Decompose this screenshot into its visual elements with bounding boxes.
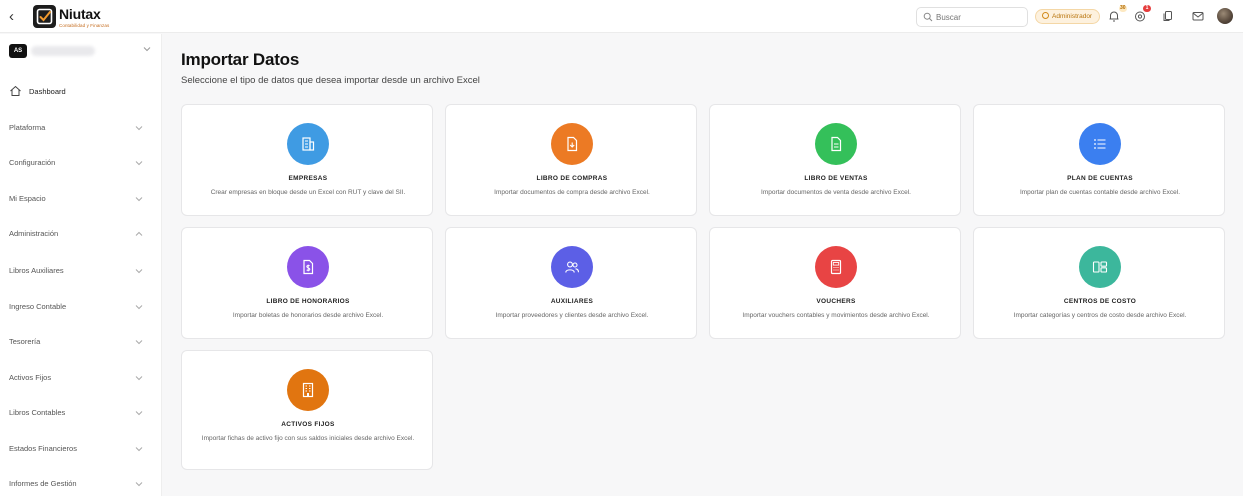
import-card-libro-de-ventas[interactable]: LIBRO DE VENTAS Importar documentos de v… [709, 104, 961, 216]
chevron-down-icon[interactable] [143, 46, 151, 52]
notification-count-badge: 30 [1119, 5, 1127, 12]
role-badge[interactable]: Administrador [1035, 9, 1101, 24]
search-box[interactable] [916, 7, 1028, 27]
sidebar-item-ingreso-contable[interactable]: Ingreso Contable [0, 297, 161, 317]
file-download-icon [551, 123, 593, 165]
card-description: Importar boletas de honorarios desde arc… [232, 312, 384, 319]
card-title: AUXILIARES [550, 298, 594, 305]
chevron-down-icon [135, 482, 143, 487]
chevron-down-icon [135, 340, 143, 345]
role-label: Administrador [1052, 13, 1093, 20]
sidebar-item-label: Informes de Gestión [9, 479, 77, 488]
chevron-down-icon [135, 376, 143, 381]
sidebar-item-dashboard[interactable]: Dashboard [0, 82, 161, 102]
sidebar-item-label: Dashboard [29, 87, 66, 96]
sidebar-item-label: Administración [9, 229, 59, 238]
card-description: Importar categorías y centros de costo d… [1013, 312, 1187, 319]
office-building-icon [287, 369, 329, 411]
document-icon [815, 123, 857, 165]
card-title: PLAN DE CUENTAS [1067, 175, 1133, 182]
back-button[interactable]: ‹ [9, 9, 23, 25]
card-description: Crear empresas en bloque desde un Excel … [210, 189, 406, 196]
chevron-up-icon [135, 231, 143, 236]
bell-icon[interactable] [1107, 9, 1121, 23]
import-card-vouchers[interactable]: VOUCHERS Importar vouchers contables y m… [709, 227, 961, 339]
chevron-down-icon [135, 197, 143, 202]
card-title: LIBRO DE COMPRAS [536, 175, 608, 182]
card-description: Importar vouchers contables y movimiento… [742, 312, 930, 319]
chevron-down-icon [135, 447, 143, 452]
chevron-down-icon [135, 411, 143, 416]
import-card-empresas[interactable]: EMPRESAS Crear empresas en bloque desde … [181, 104, 433, 216]
card-title: VOUCHERS [816, 298, 856, 305]
sidebar-item-estados-financieros[interactable]: Estados Financieros [0, 439, 161, 459]
shield-icon [1042, 12, 1049, 19]
avatar[interactable] [1217, 8, 1233, 24]
org-initials[interactable]: AS [9, 44, 27, 58]
sidebar-item-libros-auxiliares[interactable]: Libros Auxiliares [0, 261, 161, 281]
sidebar-item-label: Plataforma [9, 123, 46, 132]
calculator-icon [815, 246, 857, 288]
sidebar-item-libros-contables[interactable]: Libros Contables [0, 403, 161, 423]
top-bar: ‹ Niutax Contabilidad y Finanzas Adminis… [0, 0, 1243, 33]
brand-tagline: Contabilidad y Finanzas [59, 23, 110, 28]
chevron-down-icon [135, 305, 143, 310]
logo-icon [33, 5, 56, 28]
sidebar-item-label: Tesorería [9, 337, 41, 346]
org-name-redacted [31, 46, 95, 56]
list-icon [1079, 123, 1121, 165]
users-icon [551, 246, 593, 288]
import-card-plan-de-cuentas[interactable]: PLAN DE CUENTAS Importar plan de cuentas… [973, 104, 1225, 216]
chevron-down-icon [135, 269, 143, 274]
card-title: ACTIVOS FIJOS [281, 421, 335, 428]
sidebar-item-label: Estados Financieros [9, 444, 77, 453]
sidebar: AS Dashboard Plataforma Configuración Mi… [0, 34, 162, 496]
card-description: Importar fichas de activo fijo con sus s… [201, 435, 415, 442]
alerts-count-badge: 1 [1143, 5, 1151, 12]
page-subtitle: Seleccione el tipo de datos que desea im… [181, 75, 480, 86]
sidebar-item-administracion[interactable]: Administración [0, 224, 161, 244]
sidebar-item-label: Ingreso Contable [9, 302, 67, 311]
layout-icon [1079, 246, 1121, 288]
sidebar-item-configuracion[interactable]: Configuración [0, 153, 161, 173]
receipt-icon [287, 246, 329, 288]
card-description: Importar plan de cuentas contable desde … [1019, 189, 1181, 196]
brand-name: Niutax [59, 6, 101, 22]
card-description: Importar documentos de venta desde archi… [761, 189, 911, 196]
sidebar-item-informes-de-gestion[interactable]: Informes de Gestión [0, 474, 161, 494]
sidebar-item-label: Configuración [9, 158, 56, 167]
sidebar-item-label: Activos Fijos [9, 373, 52, 382]
sidebar-item-label: Libros Auxiliares [9, 266, 64, 275]
copy-icon[interactable] [1161, 9, 1175, 23]
search-icon [923, 12, 933, 22]
page-title: Importar Datos [181, 50, 300, 69]
sidebar-item-activos-fijos[interactable]: Activos Fijos [0, 368, 161, 388]
import-card-libro-de-honorarios[interactable]: LIBRO DE HONORARIOS Importar boletas de … [181, 227, 433, 339]
building-icon [287, 123, 329, 165]
card-title: LIBRO DE VENTAS [804, 175, 868, 182]
import-card-auxiliares[interactable]: AUXILIARES Importar proveedores y client… [445, 227, 697, 339]
sidebar-item-plataforma[interactable]: Plataforma [0, 118, 161, 138]
search-input[interactable] [936, 10, 1024, 24]
chevron-down-icon [135, 161, 143, 166]
card-description: Importar proveedores y clientes desde ar… [495, 312, 649, 319]
card-description: Importar documentos de compra desde arch… [494, 189, 650, 196]
import-card-centros-de-costo[interactable]: CENTROS DE COSTO Importar categorías y c… [973, 227, 1225, 339]
sidebar-item-mi-espacio[interactable]: Mi Espacio [0, 189, 161, 209]
import-card-libro-de-compras[interactable]: LIBRO DE COMPRAS Importar documentos de … [445, 104, 697, 216]
sidebar-item-label: Mi Espacio [9, 194, 46, 203]
import-card-activos-fijos[interactable]: ACTIVOS FIJOS Importar fichas de activo … [181, 350, 433, 470]
chevron-down-icon [135, 126, 143, 131]
home-icon [10, 85, 21, 96]
card-title: EMPRESAS [288, 175, 328, 182]
sidebar-item-tesoreria[interactable]: Tesorería [0, 332, 161, 352]
card-title: CENTROS DE COSTO [1063, 298, 1137, 305]
card-title: LIBRO DE HONORARIOS [266, 298, 350, 305]
mail-icon[interactable] [1191, 9, 1205, 23]
sidebar-item-label: Libros Contables [9, 408, 66, 417]
